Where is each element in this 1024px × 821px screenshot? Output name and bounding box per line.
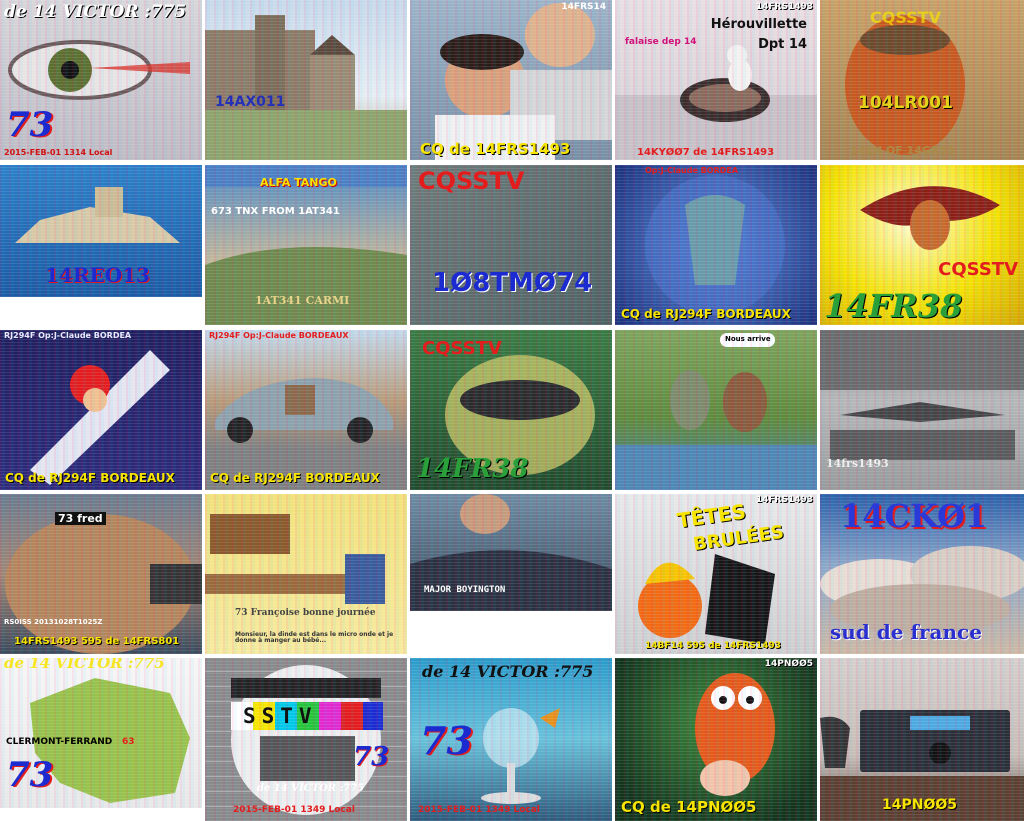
seventy-three-label: 73	[6, 105, 54, 145]
thanks-label: 673 TNX FROM 1AT341	[211, 206, 340, 217]
seventy-three-label: 73	[420, 718, 473, 763]
tile-orange-monster: 14PNØØ5 CQ de 14PNØØ5	[615, 658, 817, 821]
callsign-label: 14AX011	[215, 94, 286, 110]
tile-radio-rig: 14PNØØ5	[820, 658, 1024, 821]
city-label: CLERMONT-FERRAND	[6, 737, 113, 747]
title-label: ALFA TANGO	[260, 176, 337, 189]
tile-concept-car: RJ294F Op:J-Claude BORDEAUX CQ de RJ294F…	[205, 330, 407, 490]
tile-dog: 14FRS1493 Hérouvillette Dpt 14 falaise d…	[615, 0, 817, 160]
portrait-art	[435, 3, 612, 160]
tile-cartoon-kitchen: 73 Françoise bonne journée Monsieur, la …	[205, 494, 407, 654]
corner-callsign: 14FRS1493	[755, 495, 813, 505]
tile-france-map: de 14 VICTOR :775 CLERMONT-FERRAND 63 73	[0, 658, 202, 808]
region-label: sud de france	[830, 620, 982, 644]
callsign-label: 14FR38	[416, 454, 529, 484]
date-label: 2015-FEB-01 1314 Local	[4, 148, 113, 157]
car-art	[215, 378, 393, 443]
tile-sstv-testcard: SSTV 73 de 14 VICTOR :775 2015-FEB-01 13…	[205, 658, 407, 821]
operator-label: RJ294F Op:J-Claude BORDEAUX	[209, 331, 349, 340]
bottom-label: 1AT341 CARMI	[255, 294, 350, 307]
creature-art	[645, 175, 785, 315]
seventy-three-label: 73	[6, 755, 54, 795]
tile-green-mask: CQSSTV 14FR38	[410, 330, 612, 490]
qso-label: 14KYØØ7 de 14FRS1493	[637, 147, 775, 158]
cq-label: CQ de RJ294F BORDEAUX	[5, 471, 175, 485]
caption-label: Monsieur, la dinde est dans le micro ond…	[235, 631, 394, 644]
monster-art	[695, 673, 775, 796]
tile-ww2-plane: 14frs1493	[820, 330, 1024, 490]
tile-fantasy-creature: Op:J-Claude BORDEA CQ de RJ294F BORDEAUX	[615, 165, 817, 325]
bottom-label: 14EN OF 14GR55	[850, 144, 955, 157]
tile-pilot: MAJOR BOYINGTON	[410, 494, 612, 611]
corner-callsign: 14FRS14	[561, 2, 606, 12]
tag-label: 73 fred	[55, 512, 106, 525]
tile-aerial-coast: ALFA TANGO 673 TNX FROM 1AT341 1AT341 CA…	[205, 165, 407, 325]
callsign-label: 14PNØØ5	[882, 797, 958, 813]
testcard-art	[231, 665, 383, 815]
timestamp-label: RS0ISS 20131028T1025Z	[4, 618, 103, 626]
sstv-image-grid: de 14 VICTOR :775 73 2015-FEB-01 1314 Lo…	[0, 0, 1024, 821]
cq-label: CQ de 14FRS1493	[420, 140, 571, 158]
tile-iss-view: 73 fred RS0ISS 20131028T1025Z 14FRS1493 …	[0, 494, 202, 654]
callsign-label: 1Ø8TMØ74	[432, 268, 593, 298]
callsign-label: de 14 VICTOR :775	[4, 658, 165, 672]
callsign-label: 14FR38	[824, 287, 963, 325]
tile-stone-head: CQSSTV 104LR001 14EN OF 14GR55	[820, 0, 1024, 160]
operator-label: RJ294F Op:J-Claude BORDEA	[4, 331, 132, 340]
town-label: Hérouvillette	[710, 17, 807, 32]
operator-label: Op:J-Claude BORDEA	[645, 166, 739, 175]
cqsstv-label: CQSSTV	[418, 167, 525, 195]
tile-cartoon-hunters: Nous arrive	[615, 330, 817, 490]
corner-callsign: 14PNØØ5	[764, 659, 813, 669]
callsign-label: 14frs1493	[826, 457, 889, 470]
greeting-label: 73 Françoise bonne journée	[235, 608, 376, 618]
cq-label: CQ de 14PNØØ5	[621, 798, 757, 816]
callsign-label: de 14 VICTOR :775	[422, 662, 594, 681]
cqsstv-label: CQSSTV	[938, 259, 1018, 280]
date-label: 2015-FEB-01 1349 Local	[418, 805, 540, 815]
dept-label: Dpt 14	[758, 37, 807, 52]
seventy-three-label: 73	[353, 742, 390, 772]
kitchen-art	[205, 514, 385, 604]
qso-label: 14BF14 595 de 14FRS1493	[645, 641, 781, 651]
region-label: falaise dep 14	[625, 37, 697, 47]
tile-clouds: 14CKØ1 sud de france	[820, 494, 1024, 654]
callsign-label: 14CKØ1	[840, 497, 988, 535]
callsign-label: de 14 VICTOR :775	[4, 2, 187, 22]
cq-label: CQ de RJ294F BORDEAUX	[621, 307, 791, 321]
dept-number: 63	[122, 737, 135, 747]
date-label: 2015-FEB-01 1349 Local	[233, 805, 355, 815]
tile-1o8tm074: CQSSTV 1Ø8TMØ74	[410, 165, 612, 325]
callsign-label: 14REO13	[45, 263, 150, 287]
tile-fairy-yellow: CQSSTV 14FR38	[820, 165, 1024, 325]
callsign-label: de 14 VICTOR :775	[257, 783, 365, 794]
qso-label: 14FRS1493 595 de 14FRS801	[14, 636, 180, 647]
tile-tetes-brulees: 14FRS1493 TÊTES BRULÉES 14BF14 595 de 14…	[615, 494, 817, 654]
tile-island-fort: 14REO13	[0, 165, 202, 297]
speech-bubble: Nous arrive	[725, 335, 771, 343]
cq-label: CQ de RJ294F BORDEAUX	[210, 471, 380, 485]
tile-two-men: 14FRS14 CQ de 14FRS1493	[410, 0, 612, 160]
tile-goldfish-glass: de 14 VICTOR :775 73 2015-FEB-01 1349 Lo…	[410, 658, 612, 821]
tile-eye: de 14 VICTOR :775 73 2015-FEB-01 1314 Lo…	[0, 0, 202, 160]
castle-art	[205, 15, 407, 160]
tile-castle: 14AX011	[205, 0, 407, 160]
mario-art	[30, 350, 170, 485]
cqsstv-label: CQSSTV	[422, 338, 502, 359]
corner-callsign: 14FRS1493	[755, 2, 813, 12]
hunters-art	[615, 333, 817, 490]
cqsstv-label: CQSSTV	[870, 8, 941, 27]
callsign-label: 104LR001	[858, 93, 953, 113]
sstv-logo: SSTV	[243, 704, 318, 728]
tile-mario: RJ294F Op:J-Claude BORDEA CQ de RJ294F B…	[0, 330, 202, 490]
caption-label: MAJOR BOYINGTON	[424, 585, 506, 595]
